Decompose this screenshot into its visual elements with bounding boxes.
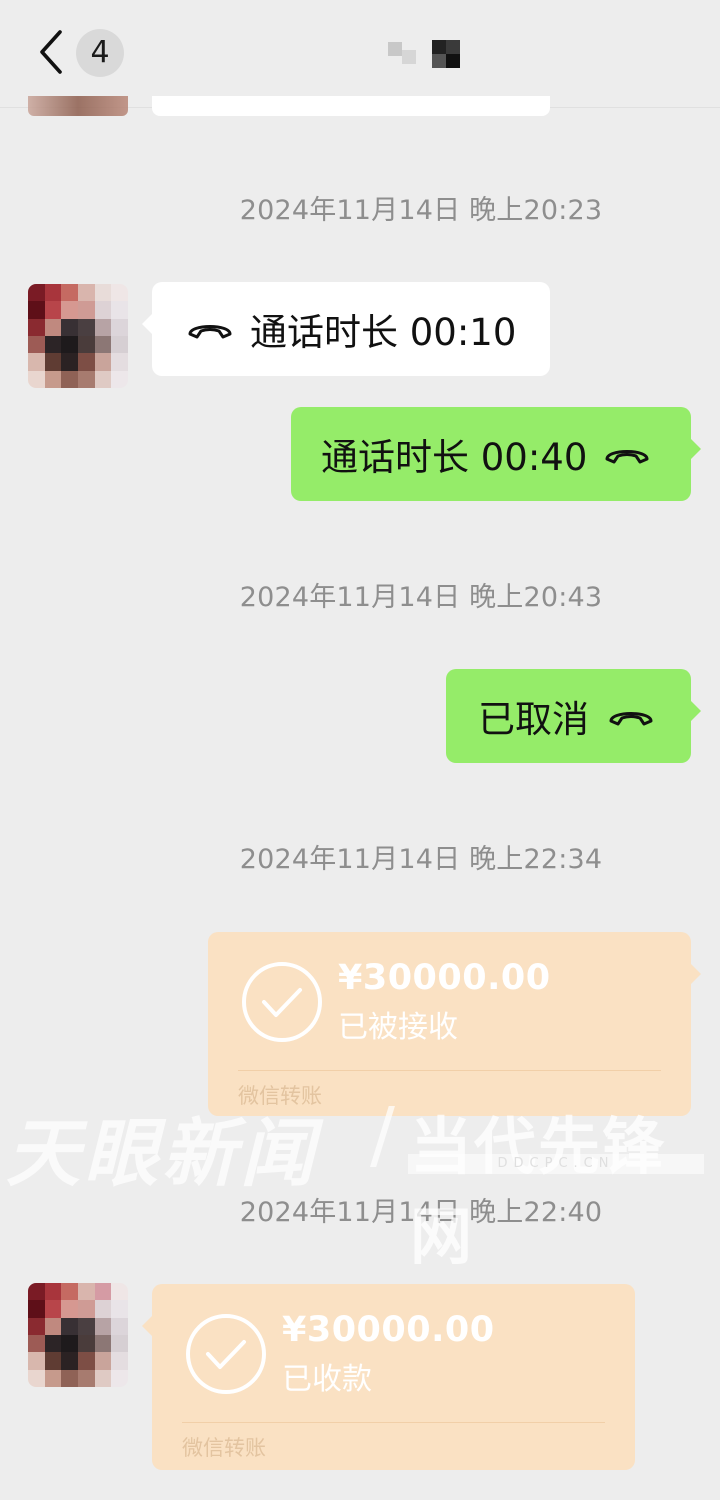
- call-status-text: 已取消: [478, 698, 589, 741]
- avatar-partial: [28, 96, 128, 116]
- call-duration-text: 通话时长 00:10: [250, 311, 517, 354]
- contact-name-pixelated: [388, 38, 464, 72]
- transfer-card-received[interactable]: ¥30000.00 已收款 微信转账: [142, 1284, 635, 1470]
- bubble-tail: [691, 439, 701, 459]
- watermark-domain: DDCPC.CN: [408, 1154, 704, 1174]
- message-bubble-partial: [152, 96, 550, 116]
- watermark-right-text: 当代先锋网: [410, 1110, 667, 1273]
- contact-avatar[interactable]: [28, 1283, 128, 1387]
- chevron-left-icon[interactable]: [36, 28, 66, 76]
- transfer-card-sent[interactable]: ¥30000.00 已被接收 微信转账: [208, 932, 701, 1116]
- phone-handset-icon: [605, 450, 649, 464]
- call-message-sent[interactable]: 通话时长 00:40: [291, 407, 701, 501]
- chat-header: 4: [0, 0, 720, 108]
- timestamp: 2024年11月14日 晚上20:43: [239, 582, 603, 613]
- contact-avatar[interactable]: [28, 284, 128, 388]
- timestamp: 2024年11月14日 晚上20:23: [239, 195, 603, 226]
- phone-handset-icon: [188, 325, 232, 339]
- transfer-amount: ¥30000.00: [282, 1310, 495, 1350]
- transfer-amount: ¥30000.00: [338, 958, 551, 998]
- phone-handset-icon: [609, 712, 653, 726]
- check-circle-icon: [186, 1314, 266, 1394]
- transfer-status: 已被接收: [338, 1010, 458, 1045]
- transfer-footer-label: 微信转账: [182, 1436, 266, 1460]
- timestamp: 2024年11月14日 晚上22:40: [239, 1197, 603, 1228]
- divider: [182, 1422, 605, 1423]
- unread-count-badge[interactable]: 4: [76, 29, 124, 77]
- bubble-tail: [691, 701, 701, 721]
- transfer-status: 已收款: [282, 1362, 372, 1397]
- call-message-cancelled[interactable]: 已取消: [446, 669, 701, 763]
- bubble-tail: [142, 314, 152, 334]
- bubble-tail: [691, 964, 701, 984]
- call-duration-text: 通话时长 00:40: [321, 436, 588, 479]
- transfer-footer-label: 微信转账: [238, 1084, 322, 1108]
- divider: [238, 1070, 661, 1071]
- check-circle-icon: [242, 962, 322, 1042]
- timestamp: 2024年11月14日 晚上22:34: [239, 844, 603, 875]
- bubble-tail: [142, 1316, 152, 1336]
- call-message-received[interactable]: 通话时长 00:10: [142, 282, 550, 376]
